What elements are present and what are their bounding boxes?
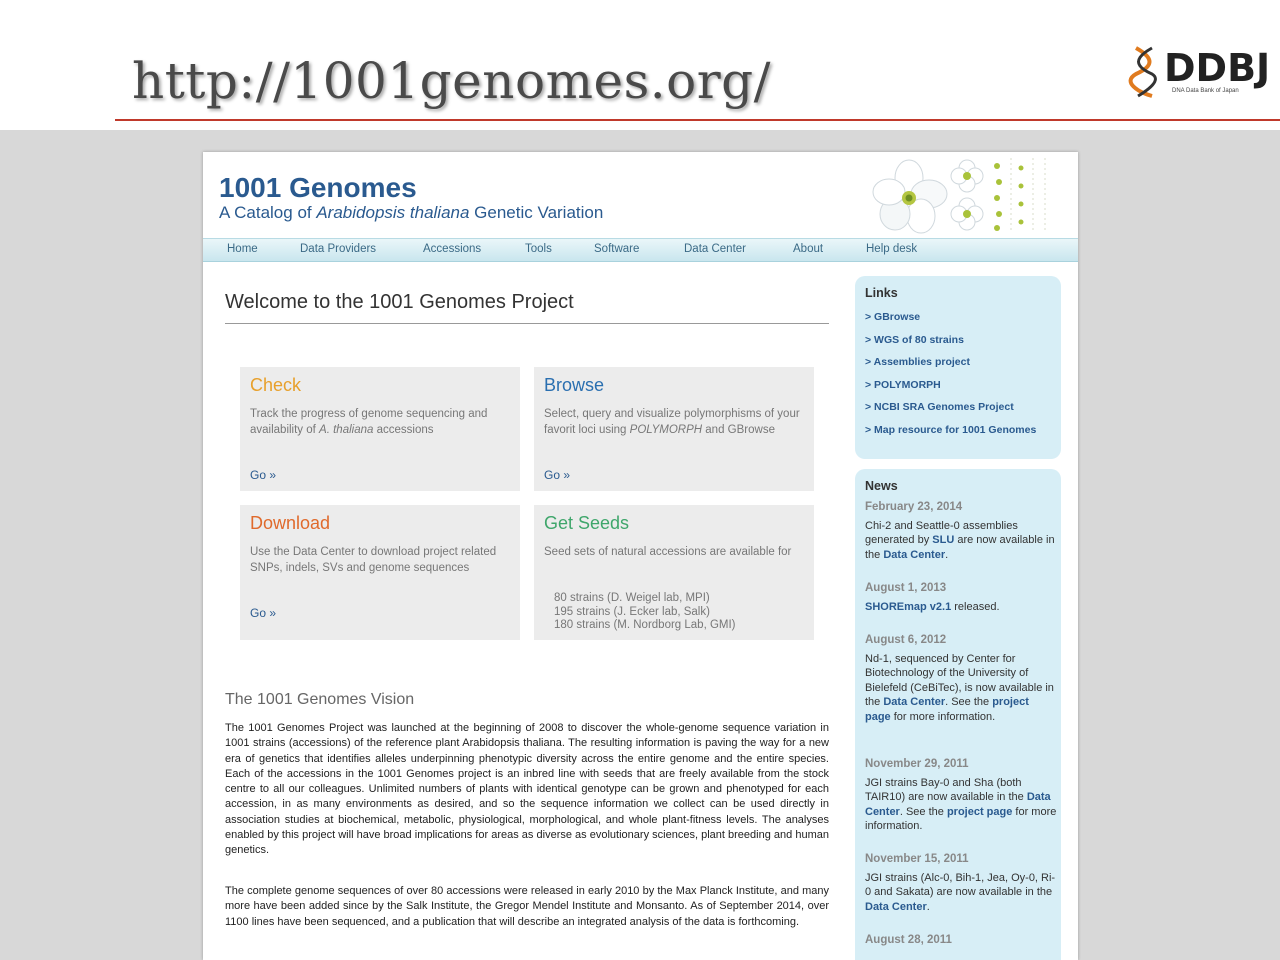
check-desc-em: A. thaliana [319, 423, 374, 436]
ddbj-logo-subtitle: DNA Data Bank of Japan [1172, 88, 1239, 94]
nav-tools[interactable]: Tools [525, 243, 552, 255]
nav-software[interactable]: Software [594, 243, 639, 255]
news-date: February 23, 2014 [865, 501, 963, 513]
nav-help-desk[interactable]: Help desk [866, 243, 917, 255]
dna-helix-icon [1128, 46, 1157, 98]
slide-title-url: http://1001genomes.org/ [132, 52, 771, 110]
news-link[interactable]: SLU [932, 534, 954, 546]
links-heading: Links [865, 286, 898, 300]
flower-banner [871, 156, 1051, 234]
news-link[interactable]: SHOREmap v2.1 [865, 601, 951, 613]
website-screenshot: 1001 Genomes A Catalog of Arabidopsis th… [203, 152, 1078, 960]
seed-list: 80 strains (D. Weigel lab, MPI) 195 stra… [554, 592, 736, 633]
subtitle-prefix: A Catalog of [219, 203, 317, 222]
news-link[interactable]: project page [947, 806, 1012, 818]
check-title[interactable]: Check [250, 375, 301, 396]
news-text-part: . [945, 548, 949, 561]
link-assemblies-project[interactable]: > Assemblies project [865, 356, 1055, 369]
subtitle-species: Arabidopsis thaliana [316, 203, 470, 222]
link-wgs-80-strains[interactable]: > WGS of 80 strains [865, 334, 1055, 347]
news-text-part: . See the [945, 696, 993, 709]
news-text-part: JGI strains (Alc-0, Bih-1, Jea, Oy-0, Ri… [865, 872, 1056, 899]
download-description: Use the Data Center to download project … [250, 546, 497, 574]
news-date: November 15, 2011 [865, 853, 969, 865]
browse-box: Browse Select, query and visualize polym… [534, 367, 814, 491]
flower-image-icon [872, 158, 1046, 234]
get-seeds-box: Get Seeds Seed sets of natural accession… [534, 505, 814, 640]
seed-item: 180 strains (M. Nordborg Lab, GMI) [554, 619, 736, 631]
check-box: Check Track the progress of genome seque… [240, 367, 520, 491]
ddbj-logo-text: DDBJ [1164, 46, 1271, 90]
browse-description: Select, query and visualize polymorphism… [544, 407, 806, 438]
link-gbrowse[interactable]: > GBrowse [865, 311, 1055, 324]
main-nav: Home Data Providers Accessions Tools Sof… [203, 238, 1078, 262]
vision-paragraph-2: The complete genome sequences of over 80… [225, 885, 829, 928]
link-ncbi-sra[interactable]: > NCBI SRA Genomes Project [865, 401, 1055, 414]
news-text: Chi-2 and Seattle-0 assemblies generated… [865, 519, 1057, 562]
page-title: Welcome to the 1001 Genomes Project [225, 291, 574, 313]
site-subtitle: A Catalog of Arabidopsis thaliana Geneti… [219, 203, 603, 223]
news-text: Nd-1, sequenced by Center for Biotechnol… [865, 652, 1057, 724]
news-date: August 6, 2012 [865, 634, 947, 646]
news-link[interactable]: Data Center [883, 549, 945, 561]
nav-home[interactable]: Home [227, 243, 258, 255]
news-date: August 28, 2011 [865, 934, 952, 946]
slide-header: http://1001genomes.org/ DDBJ DNA Data Ba… [0, 0, 1280, 130]
get-seeds-description: Seed sets of natural accessions are avai… [544, 546, 792, 558]
nav-about[interactable]: About [793, 243, 823, 255]
download-go-link[interactable]: Go » [250, 606, 276, 620]
browse-desc-b: and GBrowse [702, 423, 775, 436]
check-go-link[interactable]: Go » [250, 468, 276, 482]
news-text-part: . See the [899, 805, 947, 818]
news-text-part: for more information. [890, 710, 996, 723]
news-link[interactable]: Data Center [883, 696, 945, 708]
site-title[interactable]: 1001 Genomes [219, 172, 417, 204]
ddbj-logo: DDBJ DNA Data Bank of Japan [1128, 44, 1271, 100]
nav-data-providers[interactable]: Data Providers [300, 243, 376, 255]
links-panel: Links > GBrowse > WGS of 80 strains > As… [855, 276, 1061, 459]
download-title[interactable]: Download [250, 513, 330, 534]
news-text-part: released. [951, 601, 1000, 613]
news-text: JGI strains Bay-0 and Sha (both TAIR10) … [865, 776, 1057, 834]
seed-item: 80 strains (D. Weigel lab, MPI) [554, 592, 710, 604]
news-date: August 1, 2013 [865, 582, 947, 594]
news-text-part: . [926, 900, 930, 913]
news-text: JGI strains (Alc-0, Bih-1, Jea, Oy-0, Ri… [865, 871, 1057, 914]
news-text-part: JGI strains Bay-0 and Sha (both TAIR10) … [865, 777, 1027, 804]
link-map-resource[interactable]: > Map resource for 1001 Genomes [865, 424, 1055, 437]
news-link[interactable]: Data Center [865, 901, 927, 913]
subtitle-suffix: Genetic Variation [469, 203, 604, 222]
check-description: Track the progress of genome sequencing … [250, 407, 512, 438]
vision-paragraph-1: The 1001 Genomes Project was launched at… [225, 722, 829, 857]
news-date: November 29, 2011 [865, 758, 969, 770]
nav-data-center[interactable]: Data Center [684, 243, 746, 255]
vision-heading: The 1001 Genomes Vision [225, 691, 415, 708]
get-seeds-title[interactable]: Get Seeds [544, 513, 629, 534]
seed-item: 195 strains (J. Ecker lab, Salk) [554, 605, 710, 618]
news-text: SHOREmap v2.1 released. [865, 600, 1057, 614]
news-panel: News February 23, 2014 Chi-2 and Seattle… [855, 469, 1061, 960]
check-desc-b: accessions [373, 423, 434, 436]
slide-divider [115, 119, 1280, 121]
browse-go-link[interactable]: Go » [544, 468, 570, 482]
download-box: Download Use the Data Center to download… [240, 505, 520, 640]
browse-desc-em: POLYMORPH [629, 423, 703, 436]
news-heading: News [865, 479, 898, 493]
title-divider [225, 323, 829, 324]
link-polymorph[interactable]: > POLYMORPH [865, 379, 1055, 392]
browse-title[interactable]: Browse [544, 375, 604, 396]
nav-accessions[interactable]: Accessions [423, 243, 481, 255]
